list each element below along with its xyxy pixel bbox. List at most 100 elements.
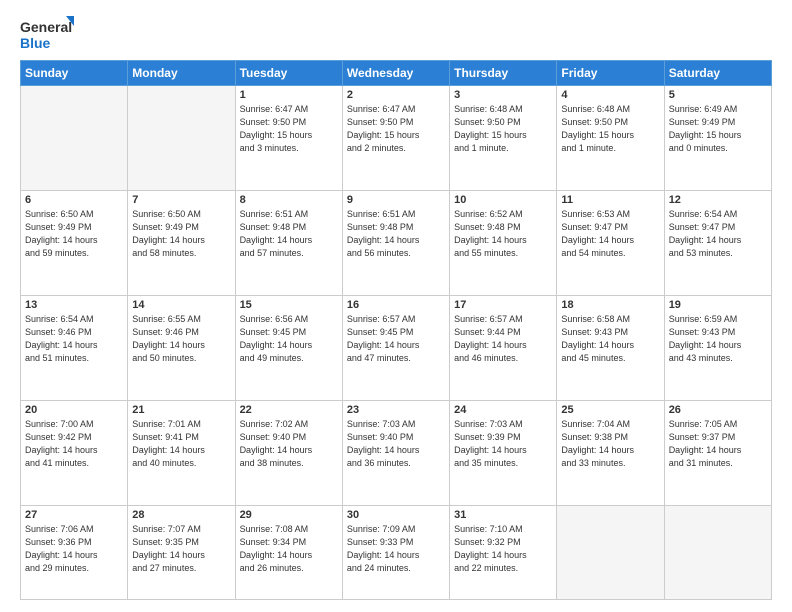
day-cell: 13 Sunrise: 6:54 AM Sunset: 9:46 PM Dayli… xyxy=(21,296,128,401)
day-info: Sunrise: 7:06 AM Sunset: 9:36 PM Dayligh… xyxy=(25,523,123,575)
day-cell: 12 Sunrise: 6:54 AM Sunset: 9:47 PM Dayli… xyxy=(664,191,771,296)
day-cell: 20 Sunrise: 7:00 AM Sunset: 9:42 PM Dayli… xyxy=(21,401,128,506)
day-info: Sunrise: 6:59 AM Sunset: 9:43 PM Dayligh… xyxy=(669,313,767,365)
day-info: Sunrise: 6:53 AM Sunset: 9:47 PM Dayligh… xyxy=(561,208,659,260)
day-number: 17 xyxy=(454,299,552,311)
svg-text:General: General xyxy=(20,19,72,35)
day-number: 16 xyxy=(347,299,445,311)
day-cell: 23 Sunrise: 7:03 AM Sunset: 9:40 PM Dayli… xyxy=(342,401,449,506)
col-header-tuesday: Tuesday xyxy=(235,61,342,86)
day-cell: 19 Sunrise: 6:59 AM Sunset: 9:43 PM Dayli… xyxy=(664,296,771,401)
day-cell: 26Sunrise: 7:05 AM Sunset: 9:37 PM Dayli… xyxy=(664,401,771,506)
day-info: Sunrise: 7:03 AM Sunset: 9:40 PM Dayligh… xyxy=(347,418,445,470)
day-number: 11 xyxy=(561,194,659,206)
week-row-5: 27 Sunrise: 7:06 AM Sunset: 9:36 PM Dayli… xyxy=(21,506,772,600)
day-cell: 30 Sunrise: 7:09 AM Sunset: 9:33 PM Dayli… xyxy=(342,506,449,600)
day-info: Sunrise: 7:02 AM Sunset: 9:40 PM Dayligh… xyxy=(240,418,338,470)
day-info: Sunrise: 6:54 AM Sunset: 9:47 PM Dayligh… xyxy=(669,208,767,260)
day-number: 7 xyxy=(132,194,230,206)
day-cell xyxy=(557,506,664,600)
day-info: Sunrise: 6:54 AM Sunset: 9:46 PM Dayligh… xyxy=(25,313,123,365)
day-number: 22 xyxy=(240,404,338,416)
day-info: Sunrise: 6:52 AM Sunset: 9:48 PM Dayligh… xyxy=(454,208,552,260)
col-header-saturday: Saturday xyxy=(664,61,771,86)
day-cell: 3 Sunrise: 6:48 AM Sunset: 9:50 PM Daylig… xyxy=(450,86,557,191)
day-cell: 14 Sunrise: 6:55 AM Sunset: 9:46 PM Dayli… xyxy=(128,296,235,401)
day-cell: 21Sunrise: 7:01 AM Sunset: 9:41 PM Dayli… xyxy=(128,401,235,506)
day-info: Sunrise: 6:47 AM Sunset: 9:50 PM Dayligh… xyxy=(347,103,445,155)
day-number: 20 xyxy=(25,404,123,416)
day-number: 26 xyxy=(669,404,767,416)
col-header-friday: Friday xyxy=(557,61,664,86)
day-cell: 5 Sunrise: 6:49 AM Sunset: 9:49 PM Daylig… xyxy=(664,86,771,191)
day-number: 19 xyxy=(669,299,767,311)
day-info: Sunrise: 7:04 AM Sunset: 9:38 PM Dayligh… xyxy=(561,418,659,470)
day-info: Sunrise: 6:51 AM Sunset: 9:48 PM Dayligh… xyxy=(347,208,445,260)
day-number: 30 xyxy=(347,509,445,521)
day-cell: 31Sunrise: 7:10 AM Sunset: 9:32 PM Dayli… xyxy=(450,506,557,600)
day-cell xyxy=(21,86,128,191)
logo: GeneralBlue xyxy=(20,16,80,52)
day-info: Sunrise: 6:51 AM Sunset: 9:48 PM Dayligh… xyxy=(240,208,338,260)
day-number: 24 xyxy=(454,404,552,416)
day-cell: 16 Sunrise: 6:57 AM Sunset: 9:45 PM Dayli… xyxy=(342,296,449,401)
day-number: 18 xyxy=(561,299,659,311)
week-row-1: 1 Sunrise: 6:47 AM Sunset: 9:50 PM Daylig… xyxy=(21,86,772,191)
day-cell xyxy=(664,506,771,600)
day-info: Sunrise: 7:00 AM Sunset: 9:42 PM Dayligh… xyxy=(25,418,123,470)
day-number: 21 xyxy=(132,404,230,416)
col-header-sunday: Sunday xyxy=(21,61,128,86)
day-info: Sunrise: 7:07 AM Sunset: 9:35 PM Dayligh… xyxy=(132,523,230,575)
day-cell: 29 Sunrise: 7:08 AM Sunset: 9:34 PM Dayli… xyxy=(235,506,342,600)
day-info: Sunrise: 6:56 AM Sunset: 9:45 PM Dayligh… xyxy=(240,313,338,365)
day-info: Sunrise: 6:50 AM Sunset: 9:49 PM Dayligh… xyxy=(25,208,123,260)
day-number: 13 xyxy=(25,299,123,311)
day-info: Sunrise: 7:09 AM Sunset: 9:33 PM Dayligh… xyxy=(347,523,445,575)
page: GeneralBlue SundayMondayTuesdayWednesday… xyxy=(0,0,792,612)
day-cell: 22 Sunrise: 7:02 AM Sunset: 9:40 PM Dayli… xyxy=(235,401,342,506)
day-info: Sunrise: 6:48 AM Sunset: 9:50 PM Dayligh… xyxy=(561,103,659,155)
day-info: Sunrise: 6:55 AM Sunset: 9:46 PM Dayligh… xyxy=(132,313,230,365)
day-number: 12 xyxy=(669,194,767,206)
day-info: Sunrise: 6:57 AM Sunset: 9:45 PM Dayligh… xyxy=(347,313,445,365)
day-info: Sunrise: 7:08 AM Sunset: 9:34 PM Dayligh… xyxy=(240,523,338,575)
day-number: 3 xyxy=(454,89,552,101)
day-number: 5 xyxy=(669,89,767,101)
day-info: Sunrise: 7:10 AM Sunset: 9:32 PM Dayligh… xyxy=(454,523,552,575)
day-cell: 9 Sunrise: 6:51 AM Sunset: 9:48 PM Daylig… xyxy=(342,191,449,296)
day-number: 10 xyxy=(454,194,552,206)
day-cell xyxy=(128,86,235,191)
day-cell: 18 Sunrise: 6:58 AM Sunset: 9:43 PM Dayli… xyxy=(557,296,664,401)
day-number: 2 xyxy=(347,89,445,101)
day-info: Sunrise: 6:48 AM Sunset: 9:50 PM Dayligh… xyxy=(454,103,552,155)
day-number: 4 xyxy=(561,89,659,101)
day-number: 14 xyxy=(132,299,230,311)
day-number: 27 xyxy=(25,509,123,521)
col-header-thursday: Thursday xyxy=(450,61,557,86)
day-info: Sunrise: 6:47 AM Sunset: 9:50 PM Dayligh… xyxy=(240,103,338,155)
day-number: 6 xyxy=(25,194,123,206)
day-number: 29 xyxy=(240,509,338,521)
day-number: 15 xyxy=(240,299,338,311)
day-number: 23 xyxy=(347,404,445,416)
day-cell: 15 Sunrise: 6:56 AM Sunset: 9:45 PM Dayli… xyxy=(235,296,342,401)
day-number: 1 xyxy=(240,89,338,101)
day-cell: 2 Sunrise: 6:47 AM Sunset: 9:50 PM Daylig… xyxy=(342,86,449,191)
svg-text:Blue: Blue xyxy=(20,35,51,51)
day-info: Sunrise: 6:58 AM Sunset: 9:43 PM Dayligh… xyxy=(561,313,659,365)
week-row-2: 6 Sunrise: 6:50 AM Sunset: 9:49 PM Daylig… xyxy=(21,191,772,296)
day-cell: 10 Sunrise: 6:52 AM Sunset: 9:48 PM Dayli… xyxy=(450,191,557,296)
day-cell: 4 Sunrise: 6:48 AM Sunset: 9:50 PM Daylig… xyxy=(557,86,664,191)
day-number: 28 xyxy=(132,509,230,521)
day-number: 25 xyxy=(561,404,659,416)
calendar-header-row: SundayMondayTuesdayWednesdayThursdayFrid… xyxy=(21,61,772,86)
day-info: Sunrise: 6:57 AM Sunset: 9:44 PM Dayligh… xyxy=(454,313,552,365)
day-cell: 6 Sunrise: 6:50 AM Sunset: 9:49 PM Daylig… xyxy=(21,191,128,296)
day-info: Sunrise: 6:49 AM Sunset: 9:49 PM Dayligh… xyxy=(669,103,767,155)
logo-svg: GeneralBlue xyxy=(20,16,80,52)
day-number: 8 xyxy=(240,194,338,206)
calendar-table: SundayMondayTuesdayWednesdayThursdayFrid… xyxy=(20,60,772,600)
day-number: 9 xyxy=(347,194,445,206)
day-cell: 28 Sunrise: 7:07 AM Sunset: 9:35 PM Dayli… xyxy=(128,506,235,600)
header: GeneralBlue xyxy=(20,16,772,52)
